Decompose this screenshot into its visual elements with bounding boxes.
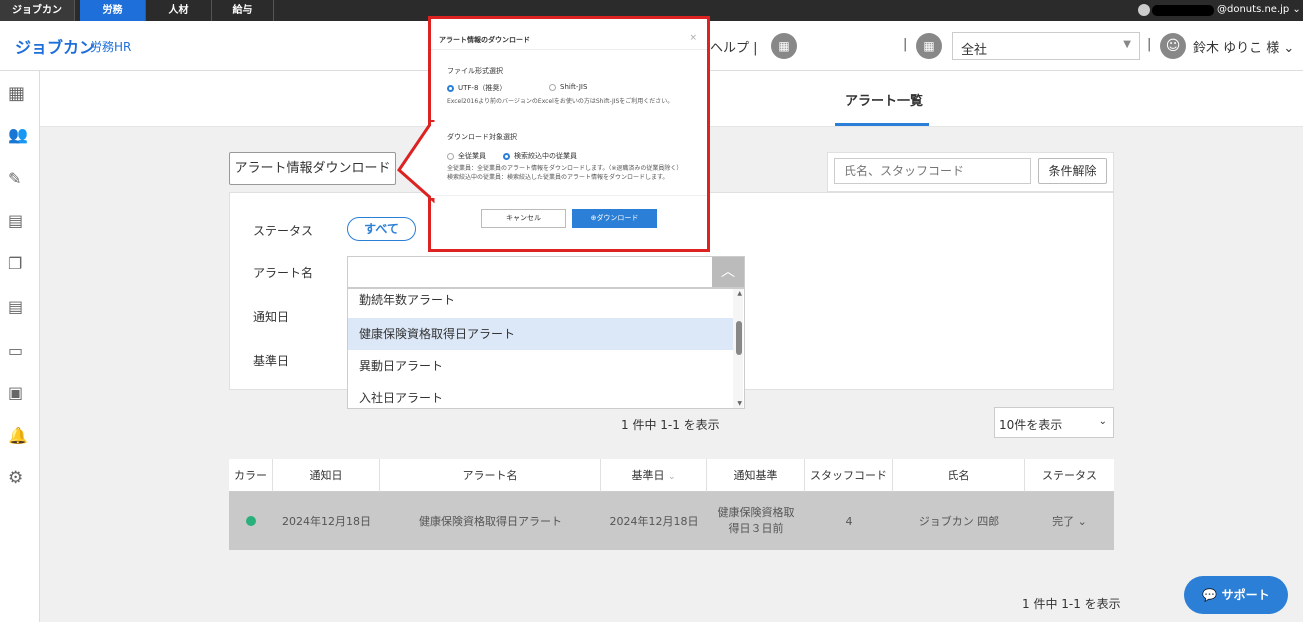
- alert-name-dropdown: 勤続年数アラート 健康保険資格取得日アラート 異動日アラート 入社日アラート ▲…: [347, 288, 745, 409]
- alert-name-label: アラート名: [253, 266, 314, 280]
- dropdown-option[interactable]: 入社日アラート: [348, 382, 736, 408]
- col-header-staff-code[interactable]: スタッフコード: [805, 459, 893, 492]
- alert-name-select[interactable]: ︿: [347, 256, 745, 288]
- close-icon[interactable]: ×: [689, 33, 697, 43]
- chat-bubble-icon: 💬: [1202, 588, 1218, 602]
- dashboard-icon[interactable]: ▦: [8, 83, 28, 104]
- chevron-down-icon: ⌄: [1098, 416, 1107, 427]
- page-size-value: 10件を表示: [999, 418, 1063, 432]
- modal-divider: [431, 49, 707, 50]
- account-icon: [1138, 4, 1150, 16]
- active-tab-indicator: [835, 123, 929, 126]
- row-base-date: 2024年12月18日: [609, 515, 699, 528]
- form-send-icon[interactable]: ▤: [8, 297, 28, 317]
- user-menu[interactable]: 鈴木 ゆりこ 様 ⌄: [1193, 37, 1294, 56]
- row-alert-name: 健康保険資格取得日アラート: [419, 515, 562, 528]
- col-header-alert-name[interactable]: アラート名: [380, 459, 601, 492]
- alert-download-button[interactable]: アラート情報ダウンロード: [229, 152, 396, 185]
- global-nav-brand[interactable]: ジョブカン: [0, 0, 75, 21]
- dropdown-option[interactable]: 異動日アラート: [348, 350, 736, 382]
- account-email[interactable]: @donuts.ne.jp ⌄: [1217, 4, 1301, 15]
- col-header-notify-date[interactable]: 通知日: [273, 459, 380, 492]
- global-nav-tab-hr[interactable]: 人材: [146, 0, 212, 21]
- row-color-cell: [229, 492, 273, 550]
- product-name: 労務HR: [90, 40, 132, 54]
- col-header-status[interactable]: ステータス: [1025, 459, 1114, 492]
- company-icon: ▦: [916, 33, 942, 59]
- col-header-criteria[interactable]: 通知基準: [707, 459, 805, 492]
- divider: |: [1147, 37, 1152, 52]
- modal-download-button[interactable]: ⊕ダウンロード: [572, 209, 657, 228]
- result-summary-bottom: 1 件中 1-1 を表示: [1022, 597, 1121, 611]
- status-color-dot: [246, 516, 256, 526]
- target-note-1: 全従業員：全従業員のアラート情報をダウンロードします。（※退職済みの従業員除く）: [447, 165, 683, 172]
- col-header-base-date[interactable]: 基準日 ⌄: [601, 459, 707, 492]
- tab-alert-list[interactable]: アラート一覧: [845, 90, 923, 109]
- target-all-radio[interactable]: 全従業員: [447, 151, 486, 161]
- row-criteria: 健康保険資格取得日３日前: [717, 505, 795, 536]
- sidebar: ▦ 👥 ✎ ▤ ❐ ▤ ▭ ▣ 🔔 ⚙: [0, 71, 40, 622]
- app-logo[interactable]: ジョブカン: [15, 34, 95, 58]
- company-select-value: 全社: [961, 43, 988, 58]
- scrollbar-thumb[interactable]: [736, 321, 742, 355]
- support-button[interactable]: 💬 サポート: [1184, 576, 1288, 614]
- row-status-dropdown[interactable]: 完了 ⌄: [1025, 492, 1114, 550]
- notify-date-label: 通知日: [253, 310, 290, 324]
- help-link[interactable]: ヘルプ |: [710, 37, 758, 56]
- redacted-account: [1152, 5, 1214, 16]
- building-icon[interactable]: ▦: [771, 33, 797, 59]
- row-notify-date: 2024年12月18日: [282, 515, 371, 528]
- format-sjis-radio[interactable]: Shift-JIS: [549, 83, 587, 91]
- base-date-label: 基準日: [253, 354, 290, 368]
- document-icon[interactable]: ▤: [8, 211, 28, 231]
- status-label: ステータス: [253, 224, 314, 238]
- global-nav-tab-labor[interactable]: 労務: [80, 0, 146, 21]
- bell-icon[interactable]: 🔔: [8, 426, 28, 446]
- chevron-down-icon: ▼: [1123, 39, 1131, 50]
- search-input[interactable]: [834, 158, 1031, 184]
- modal-cancel-button[interactable]: キャンセル: [481, 209, 566, 228]
- dropdown-option[interactable]: 勤続年数アラート: [348, 289, 736, 316]
- global-nav-bar: ジョブカン 労務 人材 給与 @donuts.ne.jp ⌄: [0, 0, 1303, 21]
- global-nav-tab-payroll[interactable]: 給与: [212, 0, 274, 21]
- format-note: Excel2016より前のバージョンのExcelをお使いの方はShift-JIS…: [447, 98, 674, 105]
- row-staff-code: 4: [845, 514, 853, 528]
- target-filtered-radio[interactable]: 検索絞込中の従業員: [503, 151, 577, 161]
- chevron-up-icon[interactable]: ︿: [712, 257, 744, 287]
- alert-table: カラー 通知日 アラート名 基準日 ⌄ 通知基準 スタッフコード 氏名 ステータ…: [229, 459, 1114, 550]
- user-avatar-icon[interactable]: ☺: [1160, 33, 1186, 59]
- dropdown-option-selected[interactable]: 健康保険資格取得日アラート: [348, 318, 736, 350]
- clear-conditions-button[interactable]: 条件解除: [1038, 158, 1107, 184]
- format-utf8-radio[interactable]: UTF-8（推奨）: [447, 83, 506, 93]
- format-section-label: ファイル形式選択: [447, 67, 503, 75]
- id-card-icon[interactable]: ▭: [8, 341, 28, 361]
- col-header-name[interactable]: 氏名: [893, 459, 1025, 492]
- gear-icon[interactable]: ⚙: [8, 468, 28, 488]
- scroll-down-icon[interactable]: ▼: [737, 400, 742, 407]
- col-header-color: カラー: [229, 459, 273, 492]
- divider: |: [903, 37, 908, 52]
- company-select[interactable]: 全社 ▼: [952, 32, 1140, 60]
- modal-divider: [431, 195, 707, 196]
- download-modal: アラート情報のダウンロード × ファイル形式選択 UTF-8（推奨） Shift…: [431, 19, 707, 249]
- sort-icon: ⌄: [667, 472, 676, 482]
- callout-pointer: [397, 120, 435, 204]
- employees-icon[interactable]: 👥: [8, 125, 28, 145]
- modal-title: アラート情報のダウンロード: [439, 36, 530, 44]
- status-all-chip[interactable]: すべて: [347, 217, 416, 241]
- target-note-2: 検索絞込中の従業員：検索絞込した従業員のアラート情報をダウンロードします。: [447, 174, 669, 181]
- calendar-icon[interactable]: ▣: [8, 383, 28, 403]
- page-size-select[interactable]: 10件を表示 ⌄: [994, 407, 1114, 438]
- target-section-label: ダウンロード対象選択: [447, 133, 517, 141]
- result-summary-top: 1 件中 1-1 を表示: [621, 418, 720, 432]
- scroll-up-icon[interactable]: ▲: [737, 290, 742, 297]
- edit-icon[interactable]: ✎: [8, 169, 28, 189]
- files-icon[interactable]: ❐: [8, 254, 28, 274]
- row-name: ジョブカン 四郎: [918, 515, 1000, 528]
